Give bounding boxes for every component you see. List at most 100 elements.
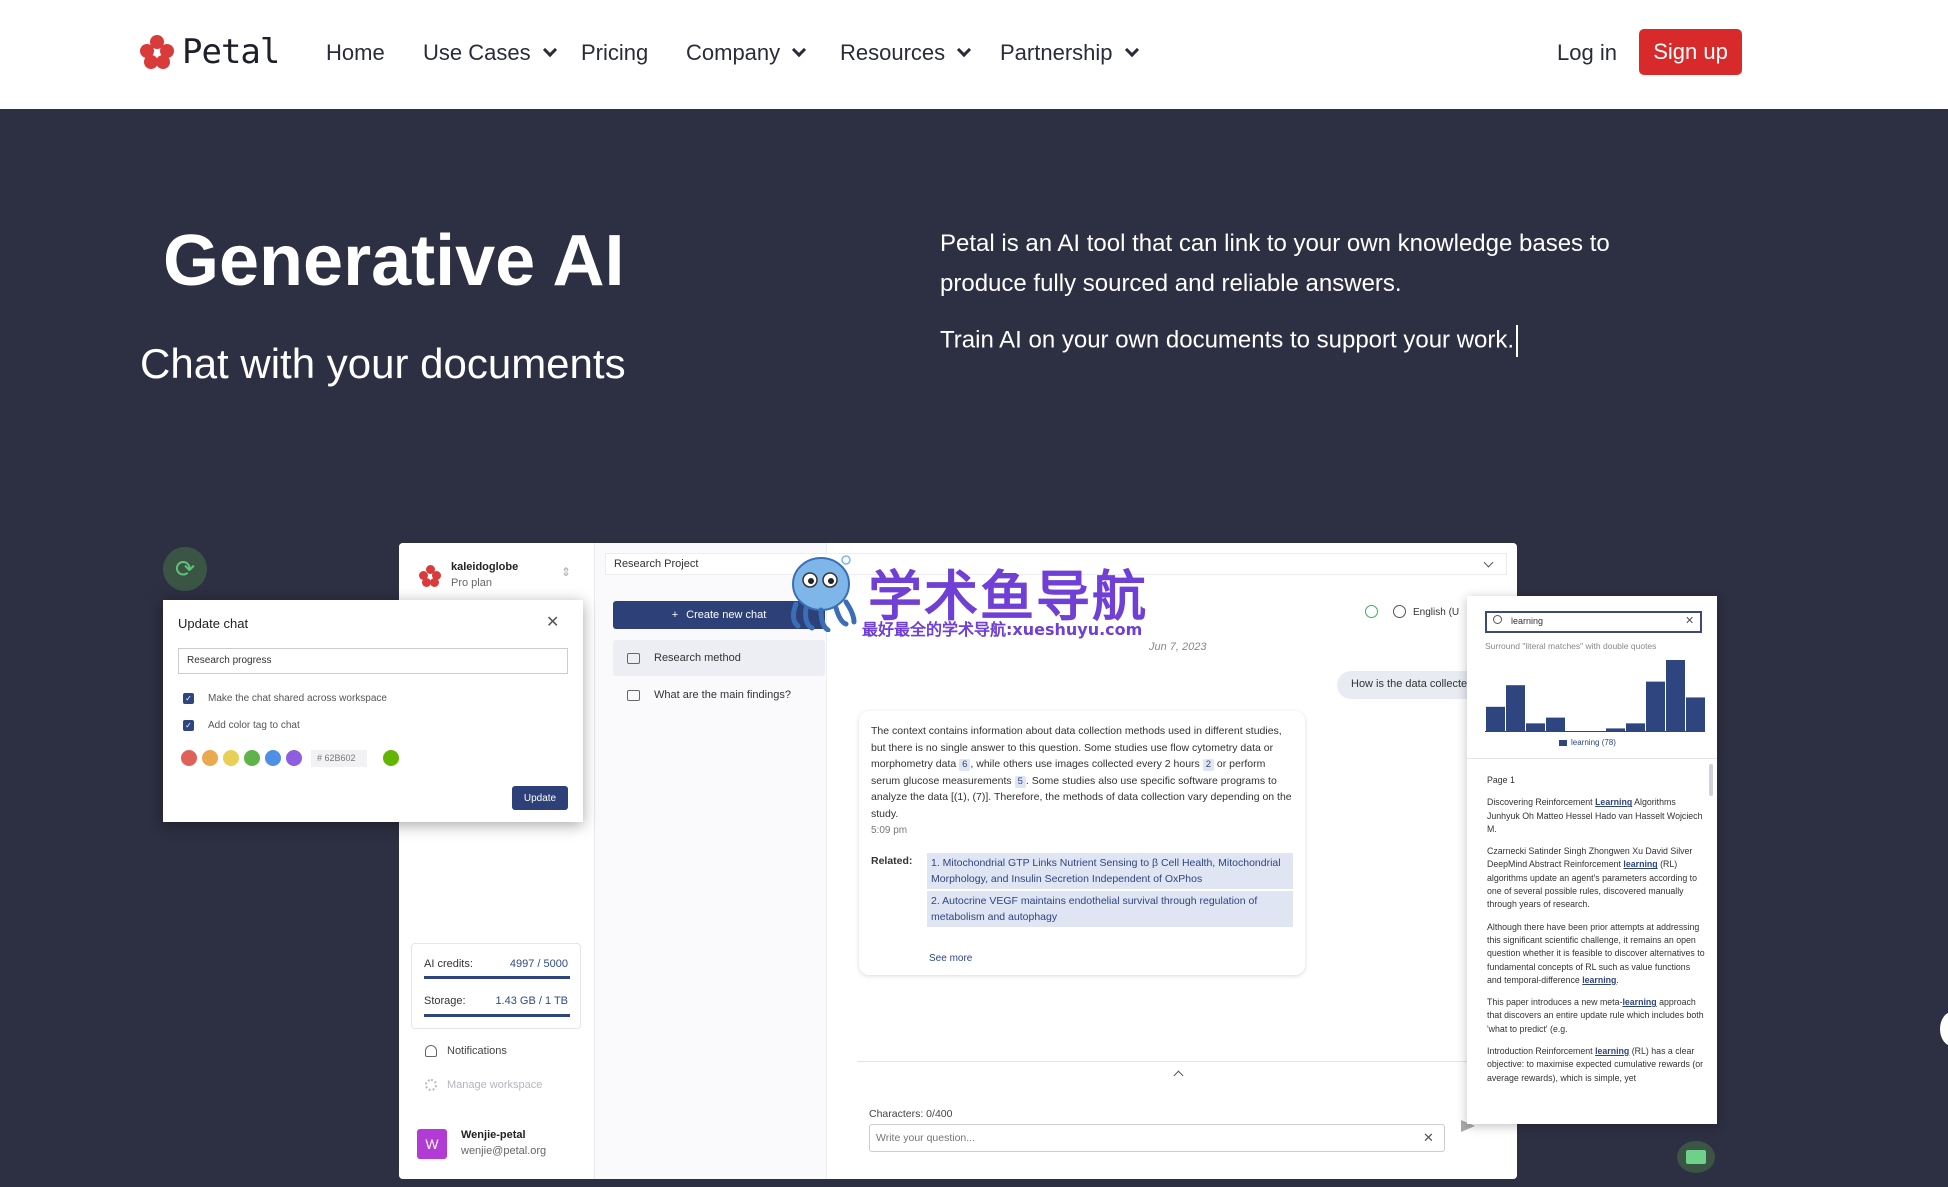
manage-workspace-link[interactable]: Manage workspace xyxy=(425,1079,542,1091)
create-chat-label: Create new chat xyxy=(686,609,767,621)
nav-partnership[interactable]: Partnership xyxy=(1000,40,1139,66)
histogram-bar xyxy=(1686,697,1705,732)
update-button[interactable]: Update xyxy=(512,786,568,810)
share-checkbox[interactable]: ✓ xyxy=(183,693,194,704)
login-link[interactable]: Log in xyxy=(1557,40,1617,66)
citation-badge[interactable]: 2 xyxy=(1202,759,1215,771)
hero-title: Generative AI xyxy=(163,221,625,301)
close-icon[interactable]: ✕ xyxy=(546,612,559,632)
match-highlight[interactable]: Learning xyxy=(1595,797,1632,807)
nav-resources-label: Resources xyxy=(840,40,946,65)
nav-resources[interactable]: Resources xyxy=(840,40,972,66)
answer-time: 5:09 pm xyxy=(871,825,908,836)
workspace-switch-icon[interactable]: ⇕ xyxy=(561,565,571,579)
document-search-input[interactable]: learning xyxy=(1485,611,1702,633)
chevron-down-icon xyxy=(792,42,807,58)
project-name: Research Project xyxy=(614,558,699,570)
petal-logo[interactable]: Petal xyxy=(140,32,280,72)
color-tag-checkbox-label: Add color tag to chat xyxy=(208,720,300,731)
bell-icon xyxy=(425,1045,437,1057)
storage-value: 1.43 GB / 1 TB xyxy=(495,995,568,1007)
nav-use-cases-label: Use Cases xyxy=(423,40,531,65)
character-count: Characters: 0/400 xyxy=(869,1108,953,1120)
hero-subtitle: Chat with your documents xyxy=(140,340,626,387)
avatar[interactable]: W xyxy=(417,1129,447,1159)
hex-color-value: 62B602 xyxy=(324,753,356,763)
hero-description: Petal is an AI tool that can link to you… xyxy=(940,230,1610,297)
workspace-name: kaleidoglobe xyxy=(451,561,519,573)
text-cursor xyxy=(1516,325,1519,357)
excerpt-text: This paper introduces a new meta- xyxy=(1487,997,1623,1008)
color-tag-checkbox[interactable]: ✓ xyxy=(183,720,194,731)
document-search-panel: learning ✕ Surround "literal matches" wi… xyxy=(1467,596,1717,1124)
credits-value: 4997 / 5000 xyxy=(509,958,568,970)
divider xyxy=(1467,758,1717,759)
match-highlight[interactable]: learning xyxy=(1582,975,1616,985)
question-input[interactable] xyxy=(869,1124,1445,1152)
manage-workspace-label: Manage workspace xyxy=(447,1079,543,1091)
user-name: Wenjie-petal xyxy=(461,1129,526,1141)
scrollbar[interactable] xyxy=(1709,764,1713,796)
credits-label: AI credits: xyxy=(424,958,473,970)
related-document[interactable]: 1. Mitochondrial GTP Links Nutrient Sens… xyxy=(927,853,1293,889)
globe-icon[interactable] xyxy=(1393,605,1406,618)
match-highlight[interactable]: learning xyxy=(1595,1046,1629,1056)
language-selector[interactable]: English (U xyxy=(1413,607,1459,618)
nav-pricing-label: Pricing xyxy=(581,40,649,65)
excerpt-text: . xyxy=(1616,974,1619,985)
plus-icon: + xyxy=(671,609,679,621)
nav-pricing[interactable]: Pricing xyxy=(581,40,648,66)
nav-company[interactable]: Company xyxy=(686,40,807,66)
color-swatch[interactable] xyxy=(181,750,197,766)
signup-button[interactable]: Sign up xyxy=(1639,29,1742,75)
chat-item[interactable]: What are the main findings? xyxy=(613,677,825,713)
excerpt-paragraph: Although there have been prior attempts … xyxy=(1487,921,1707,987)
petal-flower-icon xyxy=(140,35,174,69)
chat-name-input[interactable]: Research progress xyxy=(178,648,568,674)
notifications-link[interactable]: Notifications xyxy=(425,1045,507,1057)
credits-bar-fill xyxy=(424,976,570,979)
match-histogram xyxy=(1485,660,1705,732)
related-document[interactable]: 2. Autocrine VEGF maintains endothelial … xyxy=(927,891,1293,927)
match-highlight[interactable]: learning xyxy=(1622,997,1656,1007)
ai-answer-card: The context contains information about d… xyxy=(859,711,1305,975)
match-highlight[interactable]: learning xyxy=(1623,859,1657,869)
hex-color-input[interactable]: # 62B602 xyxy=(311,750,367,767)
selected-color-swatch[interactable] xyxy=(383,750,399,766)
edge-widget[interactable] xyxy=(1940,1012,1948,1046)
brand-name: Petal xyxy=(182,32,280,72)
hero-tagline: Train AI on your own documents to suppor… xyxy=(940,325,1519,357)
citation-badge[interactable]: 5 xyxy=(1014,775,1026,788)
chat-list-panel xyxy=(595,543,827,1179)
citation-badge[interactable]: 6 xyxy=(959,759,971,771)
refresh-icon: ⟳ xyxy=(163,547,207,591)
nav-partnership-label: Partnership xyxy=(1000,40,1113,65)
nav-home[interactable]: Home xyxy=(326,40,385,66)
storage-label: Storage: xyxy=(424,995,466,1007)
color-swatch[interactable] xyxy=(265,750,281,766)
document-excerpt: Page 1 Discovering Reinforcement Learnin… xyxy=(1487,774,1707,1094)
chat-bubble-icon xyxy=(627,652,640,664)
search-icon xyxy=(1493,615,1502,624)
chat-item[interactable]: Research method xyxy=(613,640,825,676)
nav-use-cases[interactable]: Use Cases xyxy=(423,40,557,66)
excerpt-paragraph: Czarnecki Satinder Singh Zhongwen Xu Dav… xyxy=(1487,845,1707,911)
chat-item-label: Research method xyxy=(654,652,741,664)
histogram-bar xyxy=(1546,717,1565,732)
user-email: wenjie@petal.org xyxy=(461,1145,547,1157)
chat-item-label: What are the main findings? xyxy=(654,689,791,701)
question-input-zone: Characters: 0/400 ✕ xyxy=(857,1061,1467,1171)
chat-date: Jun 7, 2023 xyxy=(1149,641,1207,653)
color-swatch[interactable] xyxy=(244,750,260,766)
related-label: Related: xyxy=(871,855,913,867)
chevron-up-icon[interactable] xyxy=(1173,1070,1184,1081)
histogram-bar xyxy=(1526,723,1545,732)
chevron-down-icon xyxy=(542,42,557,58)
see-more-link[interactable]: See more xyxy=(929,951,972,968)
histogram-bar xyxy=(1486,706,1505,732)
color-swatch[interactable] xyxy=(202,750,218,766)
close-icon[interactable]: ✕ xyxy=(1685,614,1694,627)
color-swatch[interactable] xyxy=(286,750,302,766)
color-swatch[interactable] xyxy=(223,750,239,766)
clear-icon[interactable]: ✕ xyxy=(1423,1130,1434,1146)
